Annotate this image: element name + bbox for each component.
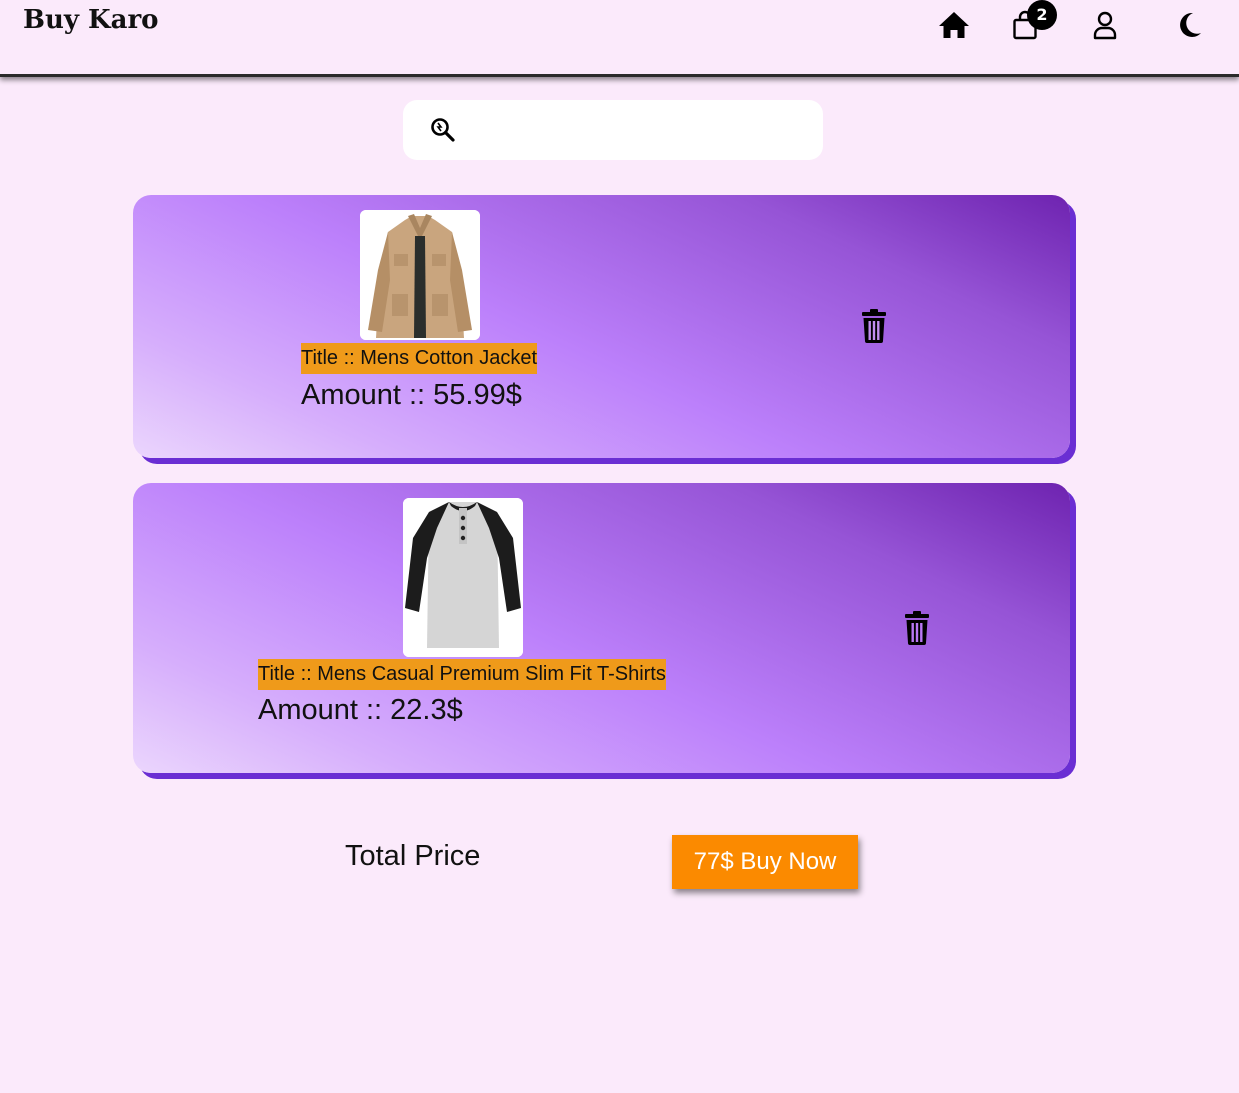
cart-item: Title :: Mens Cotton Jacket Amount :: 55… [133,195,1070,458]
moon-icon [1180,12,1201,37]
buy-now-button[interactable]: 77$ Buy Now [672,835,858,889]
product-title: Title :: Mens Casual Premium Slim Fit T-… [258,659,666,690]
cart-item: Title :: Mens Casual Premium Slim Fit T-… [133,483,1070,773]
search-icon[interactable] [429,116,457,144]
product-image-jacket[interactable] [360,210,480,340]
top-navbar: Buy Karo 2 [0,0,1239,77]
home-icon[interactable] [937,8,971,42]
search-input[interactable] [467,112,811,150]
cart-count-badge: 2 [1027,0,1057,30]
product-amount: Amount :: 22.3$ [258,694,463,726]
trash-icon[interactable] [903,611,931,645]
product-title: Title :: Mens Cotton Jacket [301,343,538,374]
product-image-t-shirt[interactable] [403,498,523,657]
brand-logo[interactable]: Buy Karo [23,4,159,36]
search-bar [403,100,823,160]
user-icon[interactable] [1088,8,1122,42]
dark-mode-toggle[interactable] [1172,8,1206,42]
product-amount: Amount :: 55.99$ [301,379,522,411]
total-price-label: Total Price [345,840,481,872]
trash-icon[interactable] [860,309,888,343]
